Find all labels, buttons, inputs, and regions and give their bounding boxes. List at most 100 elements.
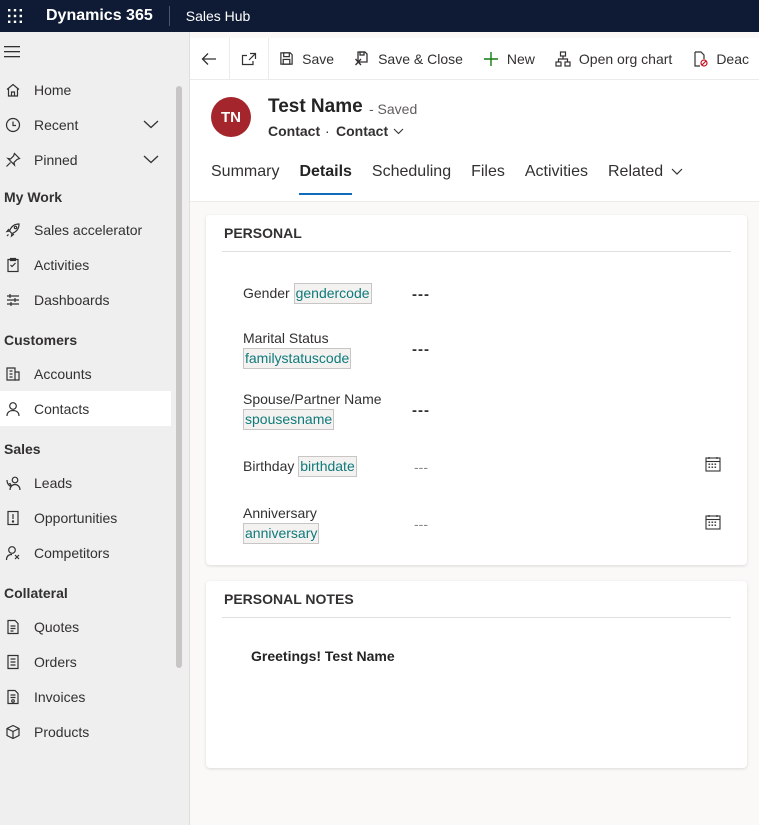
personal-notes-text[interactable]: Greetings! Test Name — [251, 648, 395, 664]
org-chart-label: Open org chart — [578, 50, 673, 67]
sidebar-item-label: Invoices — [34, 688, 86, 705]
sidebar-section-title: Sales — [4, 441, 41, 457]
field-label-text: Spouse/Partner Name — [243, 391, 382, 407]
birthday-field-value[interactable]: --- — [414, 459, 428, 475]
save-and-close-button[interactable]: Save & Close — [344, 38, 473, 80]
clock-icon — [4, 116, 22, 134]
personal-section: PERSONAL Gender gendercode --- Marital S… — [206, 215, 747, 565]
form-name: Contact — [336, 123, 389, 139]
field-schema-tag: anniversary — [243, 523, 320, 544]
sidebar-item-label: Dashboards — [34, 291, 110, 308]
section-divider — [222, 617, 731, 618]
open-in-new-window-button[interactable] — [230, 37, 270, 80]
sidebar-item-label: Home — [34, 81, 72, 98]
sidebar-item-label: Pinned — [34, 151, 78, 168]
new-label: New — [506, 50, 535, 67]
open-org-chart-button[interactable]: Open org chart — [545, 38, 682, 80]
new-button[interactable]: New — [473, 38, 545, 80]
sidebar-item-label: Accounts — [34, 365, 92, 382]
gender-field-value[interactable]: --- — [412, 286, 430, 303]
back-button[interactable] — [190, 37, 230, 80]
chevron-down-icon[interactable] — [143, 116, 159, 132]
tab-details[interactable]: Details — [299, 160, 353, 196]
sidebar-section-title: My Work — [4, 189, 63, 205]
sidebar-item-leads[interactable]: Leads — [0, 465, 171, 500]
sidebar-item-recent[interactable]: Recent — [0, 107, 171, 142]
sidebar-item-dashboards[interactable]: Dashboards — [0, 282, 171, 317]
sidebar-section-title: Collateral — [4, 585, 68, 601]
tab-related[interactable]: Related — [608, 160, 683, 196]
hamburger-menu-button[interactable] — [0, 32, 189, 72]
org-chart-icon — [555, 50, 571, 67]
sidebar-item-label: Sales accelerator — [34, 221, 143, 238]
sidebar-section-title: Customers — [4, 332, 78, 348]
field-schema-tag: birthdate — [298, 456, 357, 477]
sidebar-item-opportunities[interactable]: Opportunities — [0, 500, 171, 535]
form-selector[interactable]: Contact — [336, 123, 404, 139]
tab-activities[interactable]: Activities — [525, 160, 588, 196]
popout-icon — [241, 52, 256, 65]
save-icon — [279, 51, 294, 66]
rocket-icon — [4, 221, 22, 239]
chevron-down-icon — [671, 168, 683, 176]
sidebar-item-invoices[interactable]: Invoices — [0, 679, 171, 714]
app-launcher-icon[interactable] — [0, 0, 30, 32]
anniversary-field-label: Anniversary anniversary — [243, 503, 320, 544]
tab-files[interactable]: Files — [471, 160, 505, 196]
sidebar-item-label: Activities — [34, 256, 90, 273]
app-module-name[interactable]: Sales Hub — [186, 8, 251, 24]
tab-summary[interactable]: Summary — [211, 160, 279, 196]
sidebar-item-contacts[interactable]: Contacts — [0, 391, 171, 426]
sidebar-item-orders[interactable]: Orders — [0, 644, 171, 679]
pin-icon — [4, 151, 22, 169]
sidebar-item-activities[interactable]: Activities — [0, 247, 171, 282]
chevron-down-icon[interactable] — [143, 151, 159, 167]
sidebar: Home Recent Pinned My Work Sales acceler… — [0, 32, 190, 825]
dashboard-icon — [4, 291, 22, 309]
spouse-name-field-label: Spouse/Partner Name spousesname — [243, 389, 382, 430]
save-button[interactable]: Save — [269, 38, 344, 80]
field-schema-tag: gendercode — [293, 283, 372, 304]
entity-name: Contact — [268, 123, 321, 139]
deactivate-label: Deac — [716, 50, 749, 67]
deactivate-icon — [692, 50, 708, 67]
deactivate-button[interactable]: Deac — [682, 38, 759, 80]
arrow-left-icon — [201, 52, 217, 65]
marital-status-field-value[interactable]: --- — [412, 341, 430, 358]
section-title: PERSONAL — [224, 225, 302, 241]
cube-icon — [4, 723, 22, 741]
save-close-icon — [354, 50, 370, 67]
sidebar-item-competitors[interactable]: Competitors — [0, 535, 171, 570]
sidebar-item-label: Recent — [34, 116, 79, 133]
anniversary-field-value[interactable]: --- — [414, 516, 428, 532]
tab-list: Summary Details Scheduling Files Activit… — [211, 160, 703, 196]
sidebar-item-quotes[interactable]: Quotes — [0, 609, 171, 644]
competitor-icon — [4, 544, 22, 562]
personal-notes-section: PERSONAL NOTES Greetings! Test Name — [206, 581, 747, 768]
building-icon — [4, 365, 22, 383]
save-label: Save — [302, 50, 335, 67]
app-name[interactable]: Dynamics 365 — [46, 6, 170, 26]
command-bar: Save Save & Close New Open org chart Dea… — [190, 37, 759, 80]
field-schema-tag: spousesname — [243, 409, 335, 430]
order-doc-icon — [4, 653, 22, 671]
sidebar-scrollbar[interactable] — [176, 86, 182, 668]
spouse-name-field-value[interactable]: --- — [412, 402, 430, 419]
calendar-icon[interactable] — [705, 456, 721, 475]
tab-scheduling[interactable]: Scheduling — [372, 160, 451, 196]
field-label-text: Birthday — [243, 458, 295, 474]
record-title: Test Name — [268, 96, 363, 117]
chevron-down-icon — [393, 128, 404, 135]
calendar-icon[interactable] — [705, 514, 721, 533]
save-close-label: Save & Close — [378, 50, 463, 67]
save-status: - Saved — [369, 101, 418, 117]
sidebar-item-home[interactable]: Home — [0, 72, 171, 107]
sidebar-item-products[interactable]: Products — [0, 714, 171, 749]
hamburger-icon — [4, 46, 20, 58]
birthday-field-label: Birthday birthdate — [243, 456, 357, 477]
section-title: PERSONAL NOTES — [224, 591, 354, 607]
sidebar-item-pinned[interactable]: Pinned — [0, 142, 171, 177]
sidebar-item-accounts[interactable]: Accounts — [0, 356, 171, 391]
record-header: TN Test Name - Saved Contact · Contact S… — [190, 80, 759, 202]
sidebar-item-sales-accelerator[interactable]: Sales accelerator — [0, 212, 171, 247]
